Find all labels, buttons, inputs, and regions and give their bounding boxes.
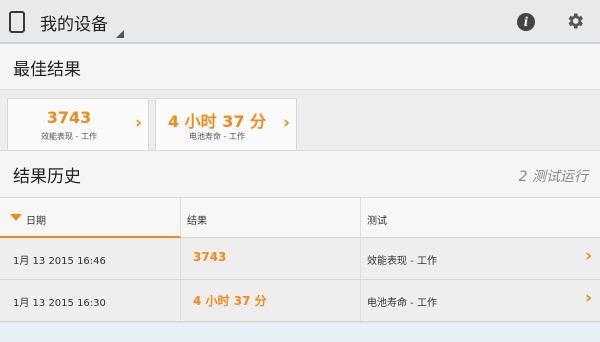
chevron-right-icon: › [584,246,592,266]
cell-test: 效能表现 - 工作 [367,256,437,267]
performance-result-card[interactable]: 3743 效能表现 - 工作 › [7,98,149,150]
column-header-test[interactable]: 测试 [361,198,600,238]
tablet-icon [9,11,25,33]
cell-result: 3743 [181,238,361,279]
chevron-right-icon: › [134,113,142,133]
app-title: 我的设备 [40,15,108,35]
battery-result-card[interactable]: 4 小时 37 分 电池寿命 - 工作 › [155,98,297,150]
table-row[interactable]: 1月 13 2015 16:30 4 小时 37 分 电池寿命 - 工作 › [0,280,600,322]
run-count: 2 测试运行 [518,169,588,185]
best-results-cards: 3743 效能表现 - 工作 › 4 小时 37 分 电池寿命 - 工作 › [0,90,600,150]
info-icon[interactable]: i [517,13,535,31]
device-dropdown[interactable]: 我的设备 [40,0,126,42]
card-value: 4 小时 37 分 [167,112,267,131]
card-label: 电池寿命 - 工作 [189,132,245,141]
column-label: 测试 [367,216,387,227]
table-row[interactable]: 1月 13 2015 16:46 3743 效能表现 - 工作 › [0,238,600,280]
card-label: 效能表现 - 工作 [41,132,97,141]
cell-date: 1月 13 2015 16:46 [0,238,181,279]
sort-descending-icon [10,214,22,221]
cell-date: 1月 13 2015 16:30 [0,280,181,321]
chevron-right-icon: › [282,113,290,133]
card-value: 3743 [46,108,92,127]
table-header: 日期 结果 测试 [0,198,600,238]
best-results-header: 最佳结果 [0,44,600,90]
column-label: 结果 [187,216,207,227]
cell-result: 4 小时 37 分 [181,280,361,321]
best-results-title: 最佳结果 [13,60,81,80]
column-header-result[interactable]: 结果 [181,198,361,238]
column-header-date[interactable]: 日期 [0,198,181,238]
cell-test: 电池寿命 - 工作 [367,298,437,309]
result-history-title: 结果历史 [13,167,81,187]
action-bar: 我的设备 i [0,0,600,44]
column-label: 日期 [26,216,46,227]
result-history-header: 结果历史 2 测试运行 [0,150,600,198]
chevron-right-icon: › [584,288,592,308]
gear-icon[interactable] [565,11,585,31]
dropdown-indicator-icon [116,30,124,38]
bottom-strip [0,322,600,342]
